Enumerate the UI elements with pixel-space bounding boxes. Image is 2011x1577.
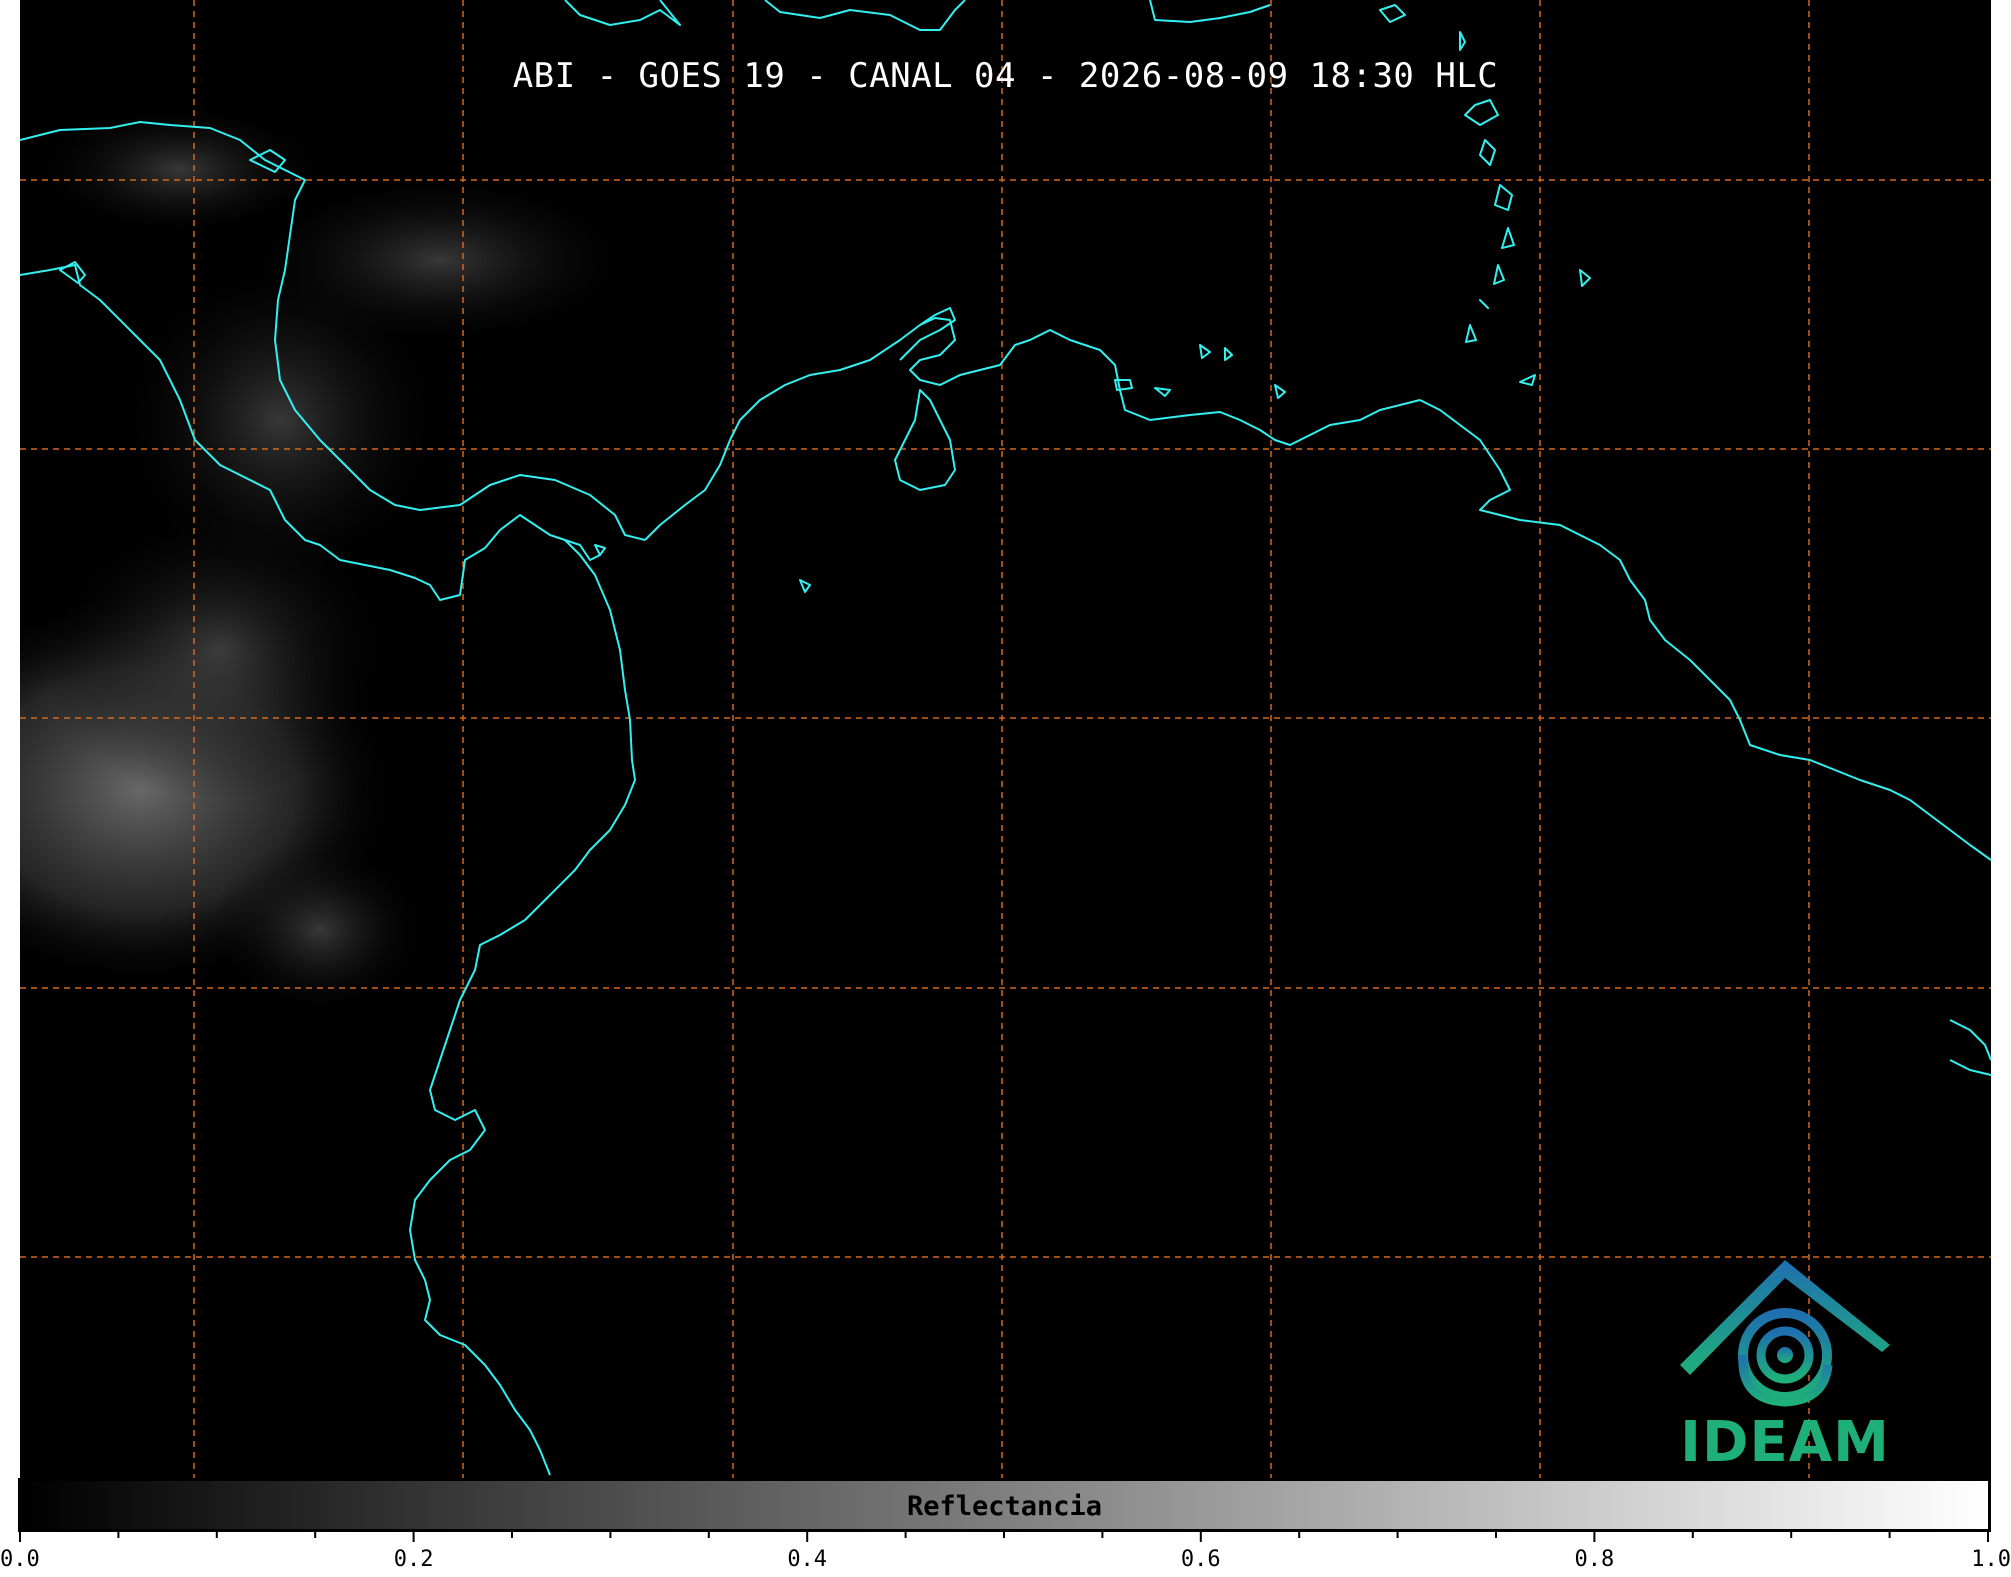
coastline-trinidad (1949, 1019, 1991, 1076)
coastline-maracaibo (894, 389, 956, 491)
colorbar-tick-label: 0.4 (787, 1547, 827, 1572)
satellite-map: ABI - GOES 19 - CANAL 04 - 2026-08-09 18… (20, 0, 1991, 1478)
coastline-puerto-rico (1379, 4, 1406, 23)
colorbar: Reflectancia (18, 1478, 1991, 1532)
coastline-cuba-south (764, 0, 966, 31)
colorbar-tick-label: 1.0 (1971, 1547, 2011, 1572)
satellite-image-figure: ABI - GOES 19 - CANAL 04 - 2026-08-09 18… (0, 0, 2011, 1577)
coastline-san-andres (594, 544, 811, 593)
coastline-colombia-caribbean (644, 317, 1421, 541)
coastline-hispaniola (1149, 0, 1271, 23)
coastline-aruba-curacao (1114, 344, 1286, 399)
coastline-venezuela (1419, 399, 1991, 861)
cloud-cover (20, 100, 640, 1020)
colorbar-tick-label: 0.6 (1181, 1547, 1221, 1572)
coastline-north-islands (564, 0, 681, 26)
colorbar-tick-label: 0.2 (394, 1547, 434, 1572)
coastline-colombia-pacific (409, 539, 636, 1476)
logo-wordmark: IDEAM (1680, 1410, 1890, 1475)
colorbar-tick-label: 0.0 (0, 1547, 40, 1572)
map-title: ABI - GOES 19 - CANAL 04 - 2026-08-09 18… (512, 56, 1499, 96)
colorbar-axis: 0.0 0.2 0.4 0.6 0.8 1.0 (0, 1530, 2011, 1572)
colorbar-label: Reflectancia (906, 1491, 1103, 1522)
colorbar-tick-label: 0.8 (1575, 1547, 1615, 1572)
